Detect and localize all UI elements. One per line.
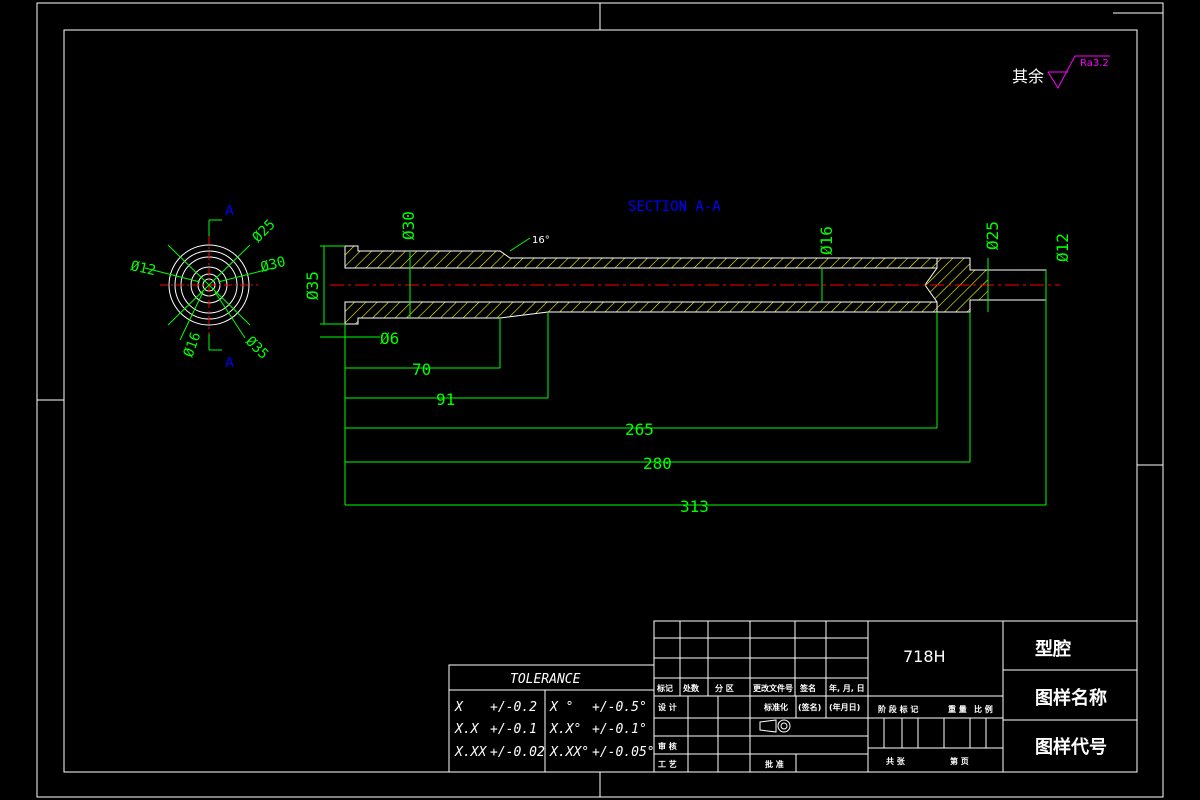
header-date: 年, 月, 日 <box>829 683 865 693</box>
header-zone: 分 区 <box>715 683 734 693</box>
part-name: 型腔 <box>1035 638 1071 660</box>
length-70: 70 <box>412 360 431 379</box>
tol-row2-c: X.X° <box>549 722 581 737</box>
label-review: 审 核 <box>658 741 677 751</box>
end-dim-d30: Ø30 <box>259 254 288 276</box>
label-approve: 批 准 <box>765 759 784 769</box>
side-dim-d12: Ø12 <box>1053 233 1072 262</box>
label-stage: 阶 段 标 记 <box>878 704 918 714</box>
label-sign2: (签名) <box>798 702 821 712</box>
tol-row2-b: +/-0.1 <box>490 722 537 737</box>
drawing-svg: 其余 Ra3.2 SECTION A-A A A Ø12 Ø25 Ø30 Ø16… <box>36 2 1164 798</box>
tol-row3-b: +/-0.02 <box>490 745 545 760</box>
tol-row2-d: +/-0.1° <box>592 722 647 737</box>
end-dim-d16: Ø16 <box>181 330 205 359</box>
angle-16: 16° <box>532 235 550 246</box>
tol-row3-a: X.XX <box>454 745 487 760</box>
label-process: 工 艺 <box>658 759 677 769</box>
tol-row1-d: +/-0.5° <box>592 700 647 715</box>
tol-row1-c: X ° <box>549 700 573 715</box>
section-mark-top: A <box>225 204 234 219</box>
header-change: 更改文件号 <box>753 683 793 693</box>
label-scale: 比 例 <box>974 704 993 714</box>
tolerance-title: TOLERANCE <box>510 672 581 687</box>
drawing-name: 图样名称 <box>1035 687 1107 709</box>
length-313: 313 <box>680 497 709 516</box>
label-page: 第 页 <box>950 756 969 766</box>
material: 718H <box>903 647 946 666</box>
surface-roughness-symbol: 其余 Ra3.2 <box>1012 55 1110 89</box>
end-view: A A Ø12 Ø25 Ø30 Ø16 Ø35 <box>129 204 287 371</box>
header-count: 处数 <box>682 683 700 693</box>
cad-drawing-canvas: 其余 Ra3.2 SECTION A-A A A Ø12 Ø25 Ø30 Ø16… <box>0 0 1200 800</box>
side-dim-d30: Ø30 <box>399 211 418 240</box>
end-dim-d25: Ø25 <box>250 217 279 246</box>
side-section-view <box>330 245 1060 325</box>
side-dim-d6: Ø6 <box>380 329 399 348</box>
length-280: 280 <box>643 454 672 473</box>
end-dim-d12: Ø12 <box>129 258 157 279</box>
label-weight: 重 量 <box>948 704 967 714</box>
section-title: SECTION A-A <box>628 199 721 215</box>
drawing-code: 图样代号 <box>1035 736 1107 758</box>
label-standard: 标准化 <box>763 702 788 712</box>
sheet-border <box>36 2 1164 798</box>
section-mark-bottom: A <box>225 356 234 371</box>
length-91: 91 <box>436 390 455 409</box>
header-mark: 标记 <box>656 683 673 693</box>
side-dim-d25: Ø25 <box>983 221 1002 250</box>
side-dim-d35: Ø35 <box>303 271 322 300</box>
tol-row1-b: +/-0.2 <box>490 700 537 715</box>
header-sign: 签名 <box>799 683 816 693</box>
side-dim-d16: Ø16 <box>817 226 836 255</box>
label-date2: (年月日) <box>829 702 860 712</box>
tol-row3-c: X.XX° <box>549 745 589 760</box>
end-dim-d35: Ø35 <box>242 334 271 363</box>
surface-label: 其余 <box>1012 67 1044 86</box>
label-design: 设 计 <box>658 702 677 712</box>
label-total: 共 张 <box>886 756 906 766</box>
tol-row2-a: X.X <box>454 722 480 737</box>
tol-row3-d: +/-0.05° <box>592 745 655 760</box>
roughness-value: Ra3.2 <box>1080 58 1109 69</box>
tol-row1-a: X <box>454 700 464 715</box>
length-265: 265 <box>625 420 654 439</box>
